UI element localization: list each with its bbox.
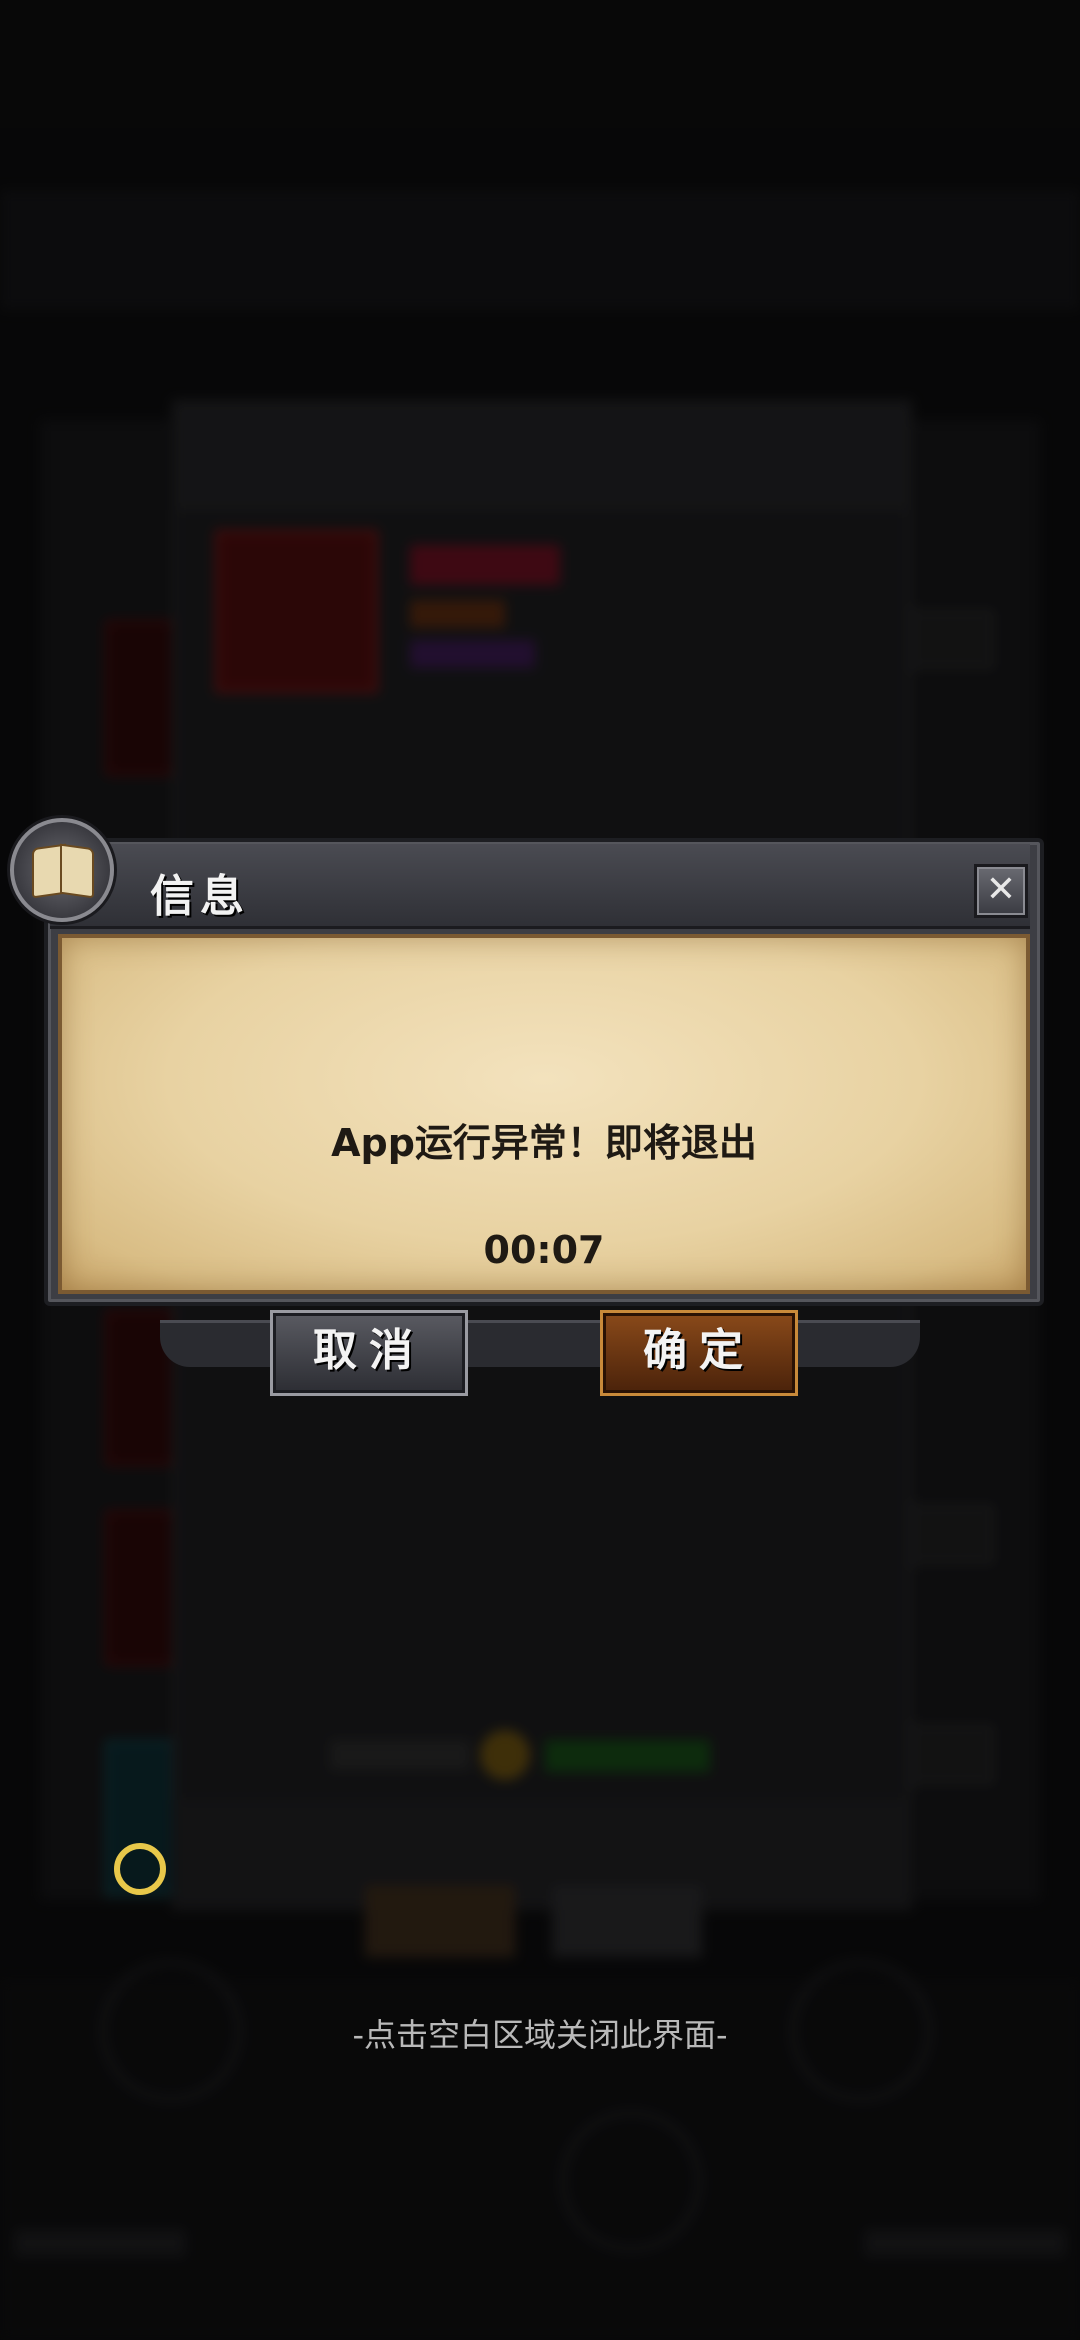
close-hint-text: -点击空白区域关闭此界面-	[352, 2016, 728, 2054]
info-dialog: 信息 ✕ App运行异常！即将退出 00:07	[10, 818, 1044, 1308]
touch-indicator-ring	[114, 1843, 166, 1895]
dialog-title: 信息	[150, 871, 250, 922]
book-page-right	[60, 843, 94, 899]
countdown-timer: 00:07	[483, 1228, 605, 1272]
dialog-body: App运行异常！即将退出 00:07	[58, 934, 1030, 1294]
dialog-message: App运行异常！即将退出	[331, 1121, 757, 1165]
close-button[interactable]: ✕	[974, 864, 1028, 918]
confirm-button[interactable]: 确定	[600, 1310, 798, 1396]
dialog-actions: 取消 确定	[150, 1300, 930, 1396]
open-book-icon	[10, 818, 114, 922]
dialog-header: 信息 ✕	[50, 844, 1030, 929]
close-icon: ✕	[985, 869, 1017, 910]
cancel-button[interactable]: 取消	[270, 1310, 468, 1396]
